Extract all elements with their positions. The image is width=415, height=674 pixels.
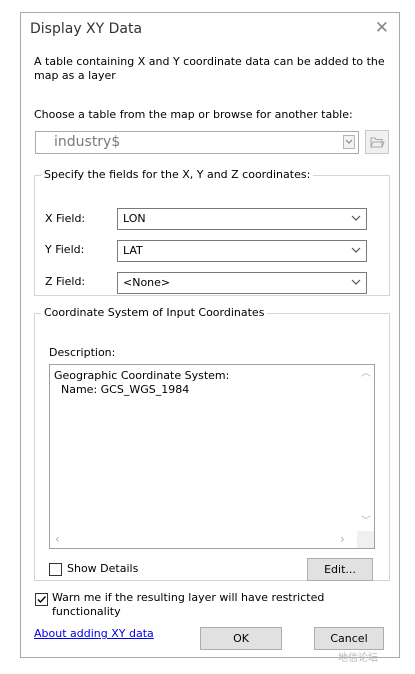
vertical-scrollbar[interactable]: ︿ ﹀ <box>357 365 374 532</box>
fields-group: Specify the fields for the X, Y and Z co… <box>34 168 390 296</box>
y-field-label: Y Field: <box>45 243 85 256</box>
watermark: 地信论坛 <box>338 653 378 664</box>
checkmark-icon <box>37 596 47 604</box>
scroll-up-icon[interactable]: ︿ <box>361 369 371 379</box>
show-details-checkbox[interactable] <box>49 563 62 576</box>
table-select[interactable]: industry$ <box>35 131 359 154</box>
scroll-down-icon[interactable]: ﹀ <box>361 517 371 527</box>
coordinate-system-legend: Coordinate System of Input Coordinates <box>41 306 268 320</box>
description-text: Geographic Coordinate System: Name: GCS_… <box>54 369 230 396</box>
description-textbox[interactable]: Geographic Coordinate System: Name: GCS_… <box>49 364 375 549</box>
browse-folder-button[interactable] <box>365 130 389 154</box>
scrollbar-corner <box>357 531 374 548</box>
z-field-label: Z Field: <box>45 275 86 288</box>
edit-button[interactable]: Edit... <box>307 558 373 581</box>
ok-button[interactable]: OK <box>200 627 282 650</box>
show-details-label: Show Details <box>67 562 139 575</box>
horizontal-scrollbar[interactable]: ‹ › <box>50 531 357 548</box>
display-xy-data-dialog: Display XY Data ✕ A table containing X a… <box>20 12 400 658</box>
title-bar: Display XY Data ✕ <box>21 13 399 49</box>
description-label: Description: <box>49 346 116 359</box>
chevron-down-icon <box>351 215 361 221</box>
z-field-select[interactable]: <None> <box>117 272 367 294</box>
dropdown-arrow-icon[interactable] <box>343 135 355 149</box>
x-field-value: LON <box>123 212 146 225</box>
scroll-left-icon[interactable]: ‹ <box>55 533 60 545</box>
y-field-select[interactable]: LAT <box>117 240 367 262</box>
chevron-down-icon <box>351 247 361 253</box>
x-field-label: X Field: <box>45 212 86 225</box>
y-field-value: LAT <box>123 244 143 257</box>
x-field-select[interactable]: LON <box>117 208 367 230</box>
folder-icon <box>370 137 385 148</box>
close-icon[interactable]: ✕ <box>375 18 389 38</box>
table-select-value: industry$ <box>54 134 121 150</box>
intro-text: A table containing X and Y coordinate da… <box>34 55 385 82</box>
chevron-down-icon <box>351 279 361 285</box>
warn-label: Warn me if the resulting layer will have… <box>52 591 325 618</box>
scroll-right-icon[interactable]: › <box>340 533 345 545</box>
about-xy-data-link[interactable]: About adding XY data <box>34 627 154 640</box>
fields-group-legend: Specify the fields for the X, Y and Z co… <box>41 168 314 182</box>
coordinate-system-group: Coordinate System of Input Coordinates D… <box>34 306 390 581</box>
dialog-title: Display XY Data <box>30 21 143 37</box>
warn-checkbox[interactable] <box>35 593 48 606</box>
cancel-button[interactable]: Cancel <box>314 627 384 650</box>
choose-table-label: Choose a table from the map or browse fo… <box>34 108 353 121</box>
z-field-value: <None> <box>123 276 171 289</box>
